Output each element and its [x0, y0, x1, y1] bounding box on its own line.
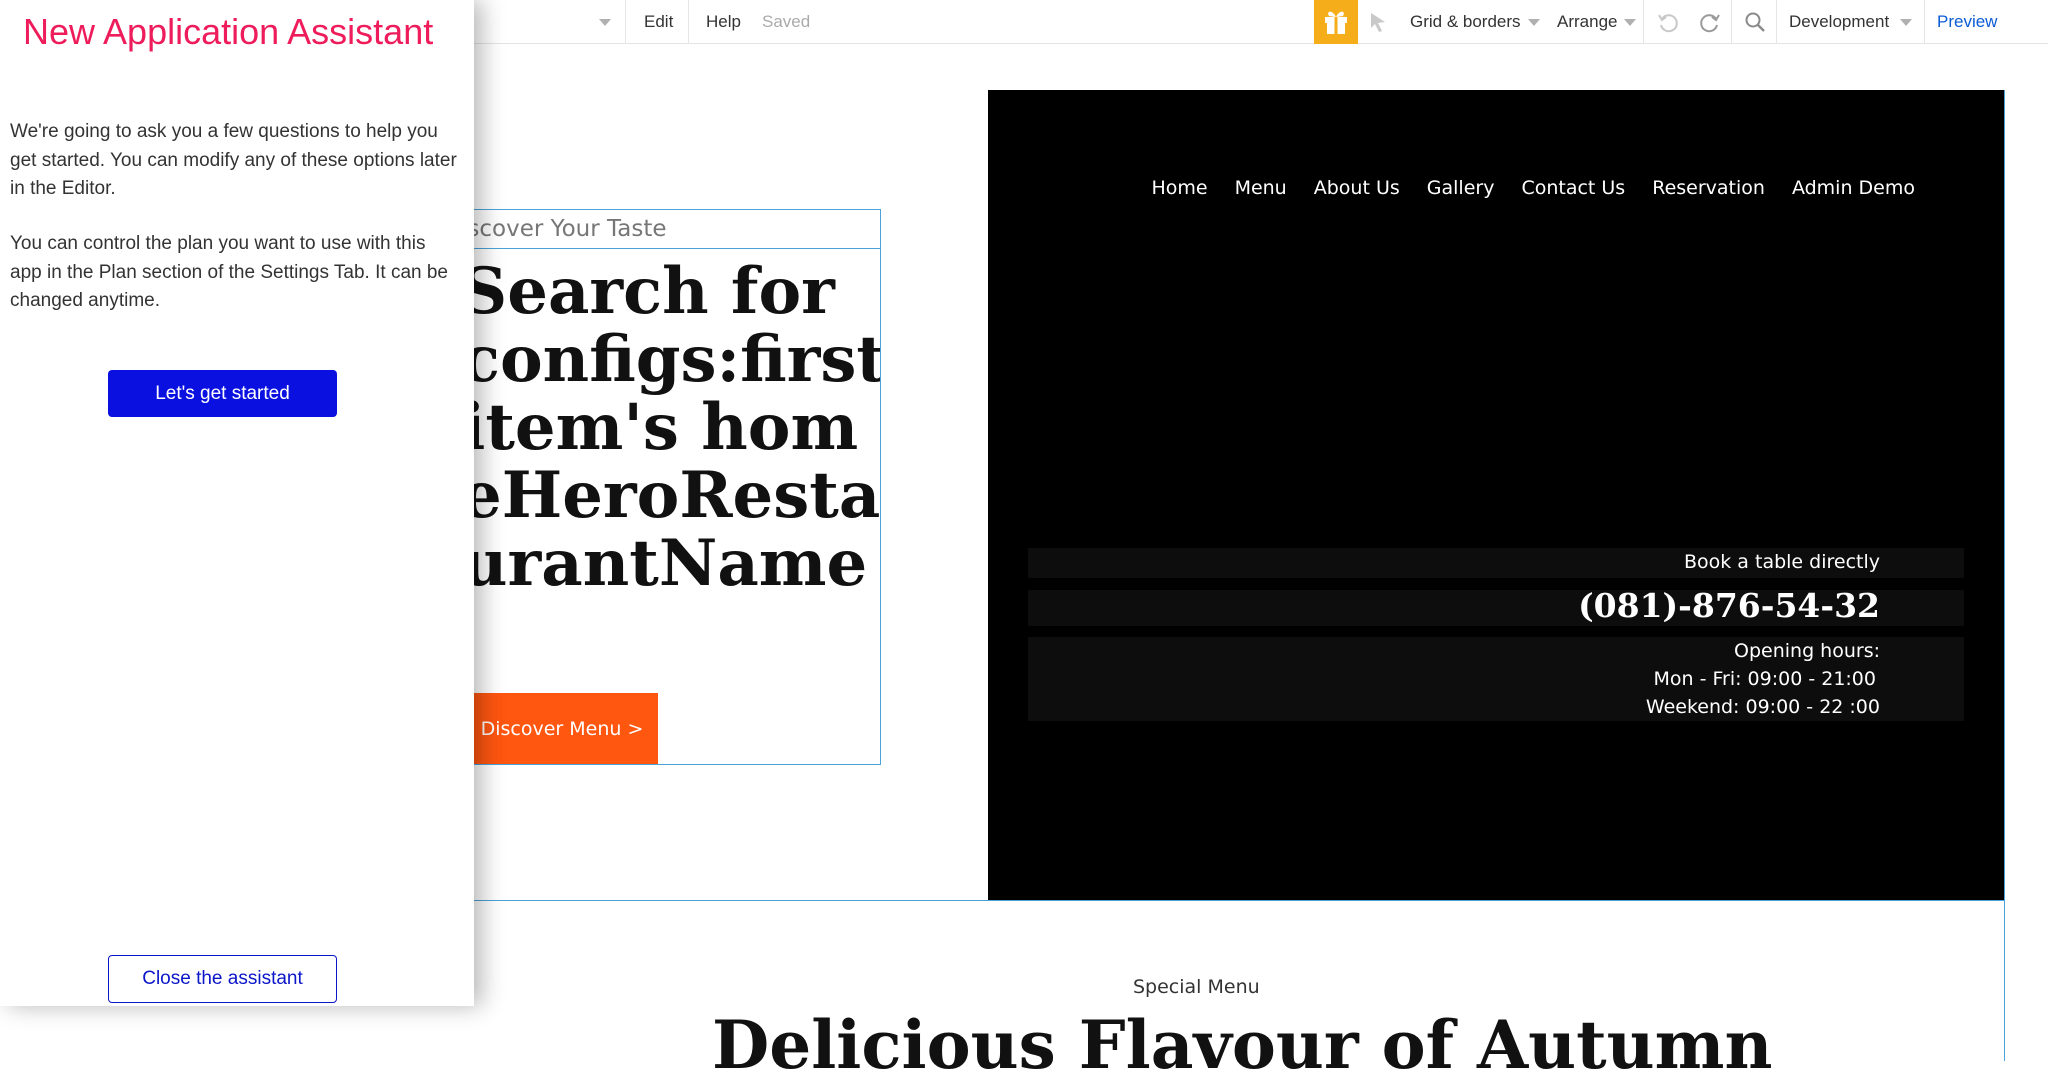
- opening-hours-title: Opening hours:: [1734, 640, 1880, 662]
- nav-reservation[interactable]: Reservation: [1652, 177, 1765, 199]
- toolbar-divider: [1776, 0, 1777, 44]
- assistant-plan-text: You can control the plan you want to use…: [10, 233, 449, 312]
- grid-dropdown-chevron-icon[interactable]: [1528, 19, 1540, 26]
- redo-icon[interactable]: [1698, 10, 1722, 34]
- environment-selector[interactable]: Development: [1789, 12, 1889, 32]
- nav-about-us[interactable]: About Us: [1314, 177, 1400, 199]
- site-navigation: Home Menu About Us Gallery Contact Us Re…: [1151, 177, 1915, 199]
- arrange-menu[interactable]: Arrange: [1557, 12, 1617, 32]
- opening-hours-group: Opening hours: Mon - Fri: 09:00 - 21:00 …: [1028, 637, 1964, 721]
- toolbar-divider: [1643, 0, 1644, 44]
- hero-text-group[interactable]: iscover Your Taste Search for configs:fi…: [420, 209, 881, 765]
- phone-group: (081)-876-54-32: [1028, 586, 1964, 626]
- assistant-intro-text: We're going to ask you a few questions t…: [10, 121, 457, 200]
- gift-icon: [1325, 11, 1347, 34]
- preview-link[interactable]: Preview: [1937, 12, 1997, 32]
- grid-borders-menu[interactable]: Grid & borders: [1410, 12, 1521, 32]
- weekday-hours: Mon - Fri: 09:00 - 21:00: [1653, 668, 1876, 690]
- close-assistant-button[interactable]: Close the assistant: [108, 955, 337, 1003]
- hero-image-area: Home Menu About Us Gallery Contact Us Re…: [988, 90, 2005, 901]
- undo-icon[interactable]: [1656, 10, 1680, 34]
- gift-button[interactable]: [1314, 0, 1358, 44]
- arrange-dropdown-chevron-icon[interactable]: [1624, 19, 1636, 26]
- nav-gallery[interactable]: Gallery: [1427, 177, 1495, 199]
- phone-number: (081)-876-54-32: [1578, 586, 1880, 625]
- weekend-hours: Weekend: 09:00 - 22 :00: [1645, 696, 1880, 718]
- special-menu-heading: Delicious Flavour of Autumn: [712, 1006, 1773, 1084]
- hero-heading: Search for configs:first item's homeHero…: [461, 254, 881, 601]
- nav-home[interactable]: Home: [1151, 177, 1207, 199]
- search-icon[interactable]: [1743, 10, 1767, 34]
- hero-eyebrow: iscover Your Taste: [461, 210, 880, 249]
- page-dropdown-chevron-icon[interactable]: [599, 19, 611, 26]
- toolbar-divider: [625, 0, 626, 44]
- booking-label: Book a table directly: [1683, 551, 1880, 573]
- nav-menu[interactable]: Menu: [1235, 177, 1287, 199]
- nav-contact-us[interactable]: Contact Us: [1521, 177, 1625, 199]
- discover-menu-button[interactable]: Discover Menu >: [466, 693, 658, 764]
- toolbar-divider: [688, 0, 689, 44]
- toolbar-divider: [1731, 0, 1732, 44]
- lets-get-started-button[interactable]: Let's get started: [108, 370, 337, 417]
- cursor-icon[interactable]: [1367, 10, 1391, 34]
- save-status: Saved: [762, 12, 811, 31]
- help-menu[interactable]: Help: [706, 12, 741, 32]
- new-application-assistant-panel: New Application Assistant We're going to…: [0, 0, 474, 1006]
- environment-chevron-icon[interactable]: [1900, 19, 1912, 26]
- edit-menu[interactable]: Edit: [644, 12, 673, 32]
- special-menu-label: Special Menu: [1133, 976, 1260, 998]
- nav-admin-demo[interactable]: Admin Demo: [1792, 177, 1915, 199]
- toolbar-divider: [1924, 0, 1925, 44]
- assistant-title: New Application Assistant: [23, 11, 434, 52]
- booking-label-group: Book a table directly: [1028, 548, 1964, 578]
